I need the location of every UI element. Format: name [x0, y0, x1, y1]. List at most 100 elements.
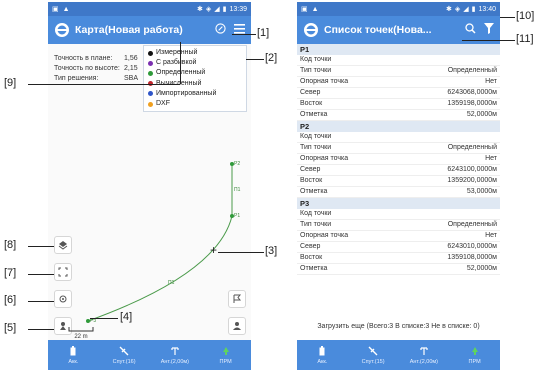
callout-line — [180, 42, 181, 84]
point-attribute-row: Тип точки Определенный — [297, 66, 500, 77]
flag-button[interactable] — [228, 290, 246, 308]
bottom-bar: Акк. Спут.(16) Ант.(2,00м) ПРМ — [48, 340, 251, 370]
attribute-label: Код точки — [300, 210, 332, 217]
callout-line — [28, 246, 54, 247]
attribute-label: Отметка — [300, 188, 328, 195]
satellite-tab[interactable]: Спут.(16) — [99, 340, 150, 370]
callout-label: [9] — [4, 77, 17, 89]
signal-icon: ◢ — [463, 6, 469, 13]
tab-label: Ант.(2,00м) — [160, 359, 190, 365]
map-canvas[interactable]: Точность в плане: 1,56 Точность по высоте… — [48, 44, 251, 340]
point-attribute-row: Север 6243010,0000м — [297, 242, 500, 253]
callout-label: [8] — [4, 239, 17, 251]
filter-icon[interactable] — [484, 21, 494, 39]
warning-icon: ▲ — [311, 5, 319, 13]
antenna-tab[interactable]: Ант.(2,00м) — [150, 340, 201, 370]
satellite-tab[interactable]: Спут.(15) — [348, 340, 399, 370]
attribute-value: 1359200,0000м — [447, 177, 497, 184]
stage: ▣ ▲ ✱ ◈ ◢ ▮ 13:39 Карта(Новая работа) То… — [0, 0, 542, 372]
locate-button[interactable] — [54, 290, 72, 308]
user-button[interactable] — [228, 317, 246, 335]
tab-label: ПРМ — [219, 359, 232, 365]
callout-line — [28, 84, 180, 85]
callout-label: [7] — [4, 267, 17, 279]
callout-label: [5] — [4, 322, 17, 334]
callout-label: [3] — [265, 245, 278, 257]
battery-tab[interactable]: Акк. — [297, 340, 348, 370]
callout-line — [218, 252, 264, 253]
satellite-icon — [119, 345, 129, 356]
map-screen: ▣ ▲ ✱ ◈ ◢ ▮ 13:39 Карта(Новая работа) То… — [48, 2, 251, 370]
point-attribute-row: Отметка 52,0000м — [297, 110, 500, 121]
attribute-label: Тип точки — [300, 144, 332, 151]
tab-label: ПРМ — [468, 359, 481, 365]
attribute-value: 52,0000м — [466, 111, 497, 118]
callout-label: [10] — [516, 10, 535, 22]
point-attribute-row: Отметка 53,0000м — [297, 187, 500, 198]
layers-icon — [58, 241, 68, 250]
signal-icon: ◢ — [214, 6, 220, 13]
rover-tab[interactable]: ПРМ — [200, 340, 251, 370]
attribute-value: Нет — [485, 232, 497, 239]
point-attribute-row: Код точки — [297, 55, 500, 66]
track-segment — [87, 215, 233, 322]
track-layer — [86, 162, 234, 323]
callout-label: [4] — [120, 311, 133, 323]
attribute-label: Опорная точка — [300, 232, 349, 239]
fullscreen-button[interactable] — [54, 263, 72, 281]
search-icon[interactable] — [465, 21, 476, 39]
rover-tab[interactable]: ПРМ — [449, 340, 500, 370]
attribute-value: 53,0000м — [466, 188, 497, 195]
load-more-button[interactable]: Загрузить еще (Всего:3 В списке:3 Не в с… — [297, 322, 500, 332]
point-header[interactable]: P1 — [297, 44, 500, 55]
callout-line — [90, 318, 118, 319]
status-bar: ▣ ▲ ✱ ◈ ◢ ▮ 13:39 — [48, 2, 251, 16]
callout-line — [232, 34, 256, 35]
attribute-value: 1359198,0000м — [447, 100, 497, 107]
screenshot-icon: ▣ — [301, 6, 308, 13]
point-attribute-row: Отметка 52,0000м — [297, 264, 500, 275]
edit-icon[interactable] — [215, 21, 226, 39]
callout-line — [462, 40, 515, 41]
battery-icon — [319, 345, 325, 356]
point-attribute-row: Восток 1359200,0000м — [297, 176, 500, 187]
page-title: Карта(Новая работа) — [75, 24, 183, 36]
point-list[interactable]: P1 Код точки Тип точки Определенный Опорная … — [297, 44, 500, 340]
attribute-value: 6243068,0000м — [447, 89, 497, 96]
attribute-label: Опорная точка — [300, 155, 349, 162]
rover-icon — [470, 345, 480, 356]
target-icon — [59, 295, 67, 303]
point-attribute-row: Тип точки Определенный — [297, 143, 500, 154]
point-attribute-row: Код точки — [297, 132, 500, 143]
rover-icon — [221, 345, 231, 356]
point-header[interactable]: P3 — [297, 198, 500, 209]
app-logo-icon[interactable] — [303, 22, 319, 38]
tab-label: Спут.(16) — [112, 359, 136, 365]
callout-label: [2] — [265, 52, 278, 64]
app-logo-icon[interactable] — [54, 22, 70, 38]
screenshot-icon: ▣ — [52, 6, 59, 13]
point-attribute-row: Восток 1359108,0000м — [297, 253, 500, 264]
point-attribute-row: Север 6243068,0000м — [297, 88, 500, 99]
point-header[interactable]: P2 — [297, 121, 500, 132]
menu-icon[interactable] — [234, 21, 245, 39]
attribute-label: Север — [300, 243, 321, 250]
point-attribute-row: Тип точки Определенный — [297, 220, 500, 231]
attribute-label: Север — [300, 89, 321, 96]
layers-button[interactable] — [54, 236, 72, 254]
attribute-value: Определенный — [447, 221, 497, 228]
attribute-label: Код точки — [300, 133, 332, 140]
bottom-bar: Акк. Спут.(15) Ант.(2,00м) ПРМ — [297, 340, 500, 370]
callout-label: [1] — [257, 27, 270, 39]
tab-label: Спут.(15) — [361, 359, 385, 365]
point-attribute-row: Код точки — [297, 209, 500, 220]
battery-status-icon: ▮ — [222, 6, 227, 13]
callout-line — [500, 17, 515, 18]
antenna-tab[interactable]: Ант.(2,00м) — [399, 340, 450, 370]
point-attribute-row: Север 6243100,0000м — [297, 165, 500, 176]
point-list-screen: ▣ ▲ ✱ ◈ ◢ ▮ 13:40 Список точек(Нова... P… — [297, 2, 500, 370]
battery-tab[interactable]: Акк. — [48, 340, 99, 370]
callout-label: [6] — [4, 294, 17, 306]
status-bar: ▣ ▲ ✱ ◈ ◢ ▮ 13:40 — [297, 2, 500, 16]
tab-label: Акк. — [317, 359, 328, 365]
